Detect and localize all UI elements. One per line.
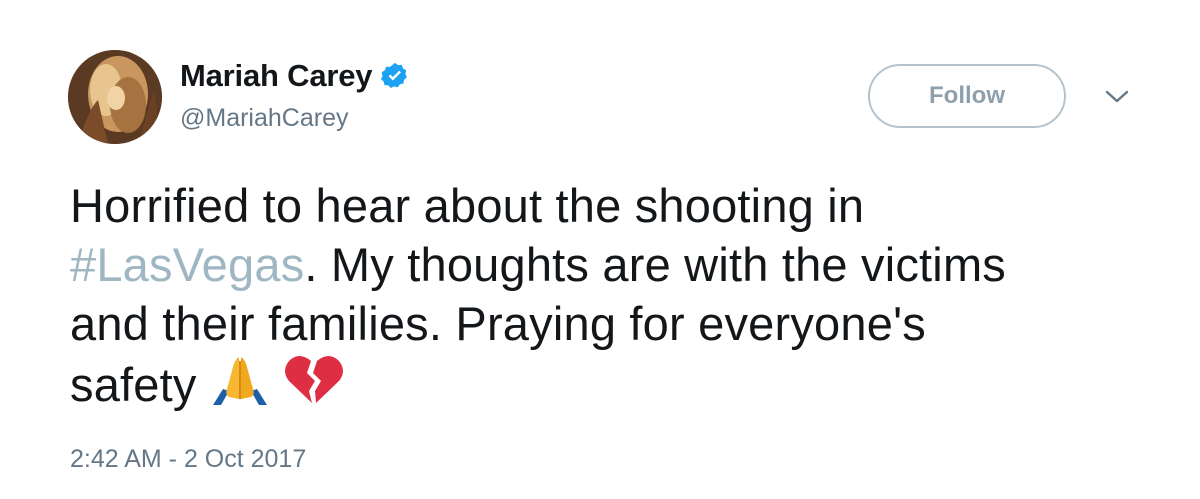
hashtag-link[interactable]: #LasVegas [70,238,304,291]
follow-button[interactable]: Follow [868,64,1066,128]
tweet-text-line-4: safety [70,353,1150,414]
author-name[interactable]: Mariah Carey [180,58,373,94]
avatar[interactable] [68,50,162,144]
tweet-card: Mariah Carey @MariahCarey Follow Horrifi… [0,0,1200,499]
tweet-text-line-2: #LasVegas. My thoughts are with the vict… [70,235,1150,294]
tweet-text: Horrified to hear about the shooting in … [70,176,1150,414]
tweet-timestamp[interactable]: 2:42 AM - 2 Oct 2017 [70,445,306,474]
tweet-text-line-4-text: safety [70,358,197,411]
author-handle[interactable]: @MariahCarey [180,104,348,133]
tweet-text-line-1: Horrified to hear about the shooting in [70,179,865,232]
broken-heart-icon [283,353,345,407]
chevron-down-icon[interactable] [1104,88,1130,106]
tweet-text-line-3: and their families. Praying for everyone… [70,297,926,350]
avatar-image [68,50,162,144]
verified-badge-icon [381,62,408,88]
tweet-text-line-2-rest: . My thoughts are with the victims [304,238,1007,291]
author-name-row: Mariah Carey [180,58,410,94]
folded-hands-icon [209,353,271,407]
